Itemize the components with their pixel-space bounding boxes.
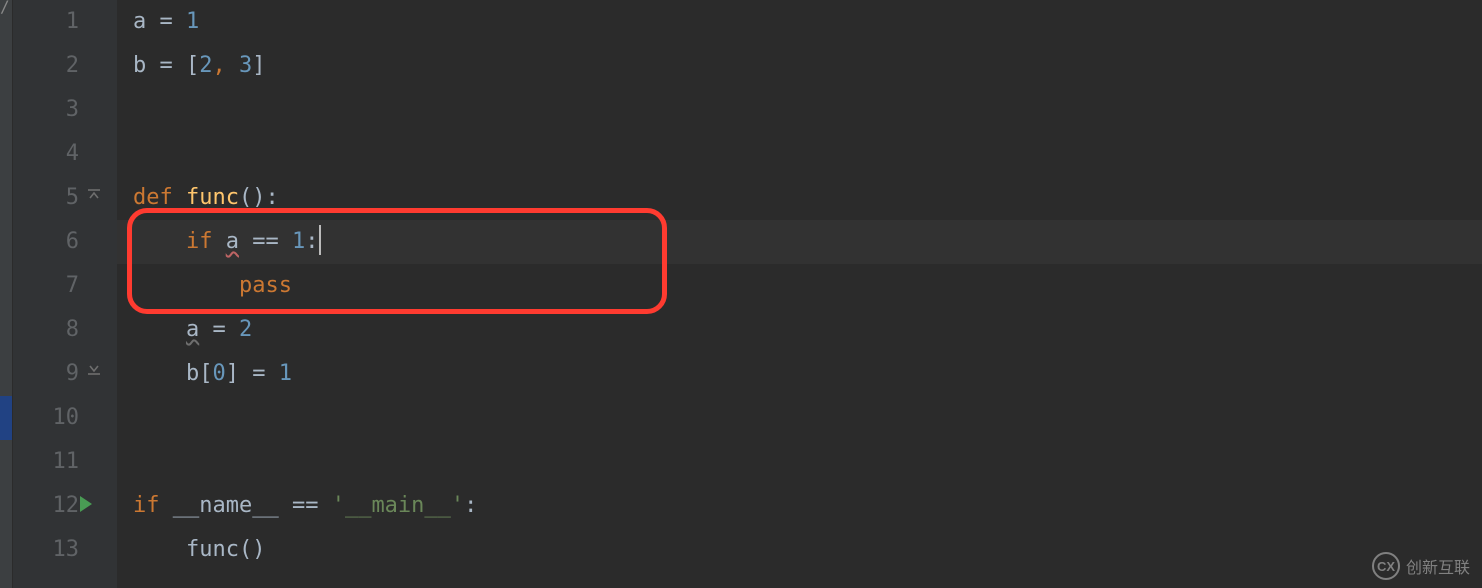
code-line[interactable]: pass bbox=[117, 264, 292, 308]
code-line[interactable]: b = [2, 3] bbox=[117, 44, 265, 88]
text-caret bbox=[319, 225, 321, 255]
dunder-name: __name__ bbox=[173, 493, 279, 518]
tab-edge: / bbox=[0, 0, 12, 14]
code-line[interactable]: if __name__ == '__main__': bbox=[117, 484, 477, 528]
paren-colon: (): bbox=[239, 185, 279, 210]
code-line[interactable]: def func(): bbox=[117, 176, 279, 220]
number-literal: 1 bbox=[292, 229, 305, 254]
gutter[interactable]: 1 2 3 4 5 6 7 8 9 10 11 12 13 bbox=[13, 0, 117, 588]
line-number: 11 bbox=[13, 440, 117, 484]
number-literal: 3 bbox=[239, 53, 252, 78]
keyword-def: def bbox=[133, 185, 173, 210]
code-line[interactable]: a = 1 bbox=[117, 0, 199, 44]
code-area[interactable]: a = 1 b = [2, 3] def func(): if a == 1: … bbox=[117, 0, 1482, 588]
number-literal: 2 bbox=[199, 53, 212, 78]
line-numbers: 1 2 3 4 5 6 7 8 9 10 11 12 13 bbox=[13, 0, 117, 572]
close-bracket: ] bbox=[252, 53, 265, 78]
assign-op: = bbox=[199, 317, 239, 342]
eq-op: == bbox=[239, 229, 292, 254]
keyword-if: if bbox=[133, 493, 160, 518]
line-number: 4 bbox=[13, 132, 117, 176]
code-editor[interactable]: / 1 2 3 4 5 6 7 8 9 10 11 12 13 bbox=[0, 0, 1482, 588]
function-name: func bbox=[186, 185, 239, 210]
space bbox=[173, 185, 186, 210]
eq-op: == bbox=[279, 493, 332, 518]
variable-a: a bbox=[133, 9, 146, 34]
line-number: 12 bbox=[13, 484, 117, 528]
variable-a-hint: a bbox=[186, 317, 199, 342]
number-literal: 0 bbox=[212, 361, 225, 386]
string-literal: '__main__' bbox=[332, 493, 464, 518]
number-literal: 2 bbox=[239, 317, 252, 342]
assign-op: = bbox=[146, 9, 186, 34]
code-line[interactable]: if a == 1: bbox=[117, 220, 321, 264]
line-number: 1 bbox=[13, 0, 117, 44]
open-bracket: [ bbox=[199, 361, 212, 386]
line-number: 8 bbox=[13, 308, 117, 352]
paren: () bbox=[239, 537, 266, 562]
fold-collapse-icon[interactable] bbox=[87, 187, 105, 205]
keyword-if: if bbox=[186, 229, 213, 254]
watermark: CX 创新互联 bbox=[1372, 552, 1470, 580]
space bbox=[212, 229, 225, 254]
comma: , bbox=[212, 53, 239, 78]
number-literal: 1 bbox=[186, 9, 199, 34]
watermark-text: 创新互联 bbox=[1406, 554, 1470, 578]
colon: : bbox=[464, 493, 477, 518]
line-number: 13 bbox=[13, 528, 117, 572]
run-gutter-icon[interactable] bbox=[76, 494, 96, 520]
colon: : bbox=[305, 229, 318, 254]
fold-expand-icon[interactable] bbox=[87, 362, 105, 380]
variable-b: b bbox=[133, 53, 146, 78]
number-literal: 1 bbox=[279, 361, 292, 386]
assign-bracket: = [ bbox=[146, 53, 199, 78]
keyword-pass: pass bbox=[239, 273, 292, 298]
watermark-logo-icon: CX bbox=[1372, 552, 1400, 580]
code-line[interactable]: a = 2 bbox=[117, 308, 252, 352]
function-call: func bbox=[186, 537, 239, 562]
line-number: 10 bbox=[13, 396, 117, 440]
line-number: 6 bbox=[13, 220, 117, 264]
code-line[interactable]: b[0] = 1 bbox=[117, 352, 292, 396]
variable-a-warn: a bbox=[226, 229, 239, 254]
line-number: 2 bbox=[13, 44, 117, 88]
space bbox=[160, 493, 173, 518]
code-line[interactable]: func() bbox=[117, 528, 265, 572]
gutter-highlight bbox=[0, 396, 12, 440]
editor-left-strip: / bbox=[0, 0, 13, 588]
line-number: 7 bbox=[13, 264, 117, 308]
active-line-highlight bbox=[117, 220, 1482, 264]
line-number: 3 bbox=[13, 88, 117, 132]
variable-b: b bbox=[186, 361, 199, 386]
close-bracket-assign: ] = bbox=[226, 361, 279, 386]
